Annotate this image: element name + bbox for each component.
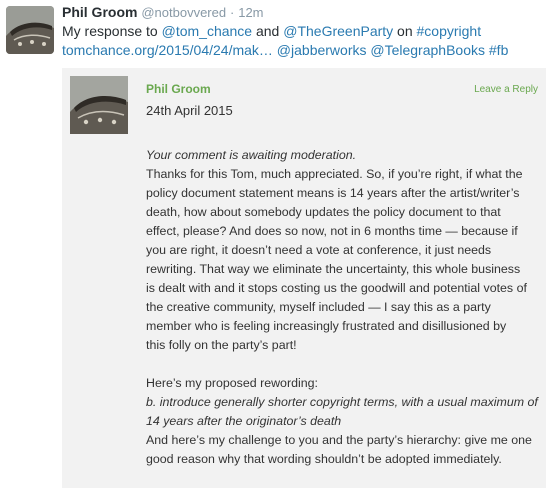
comment-paragraph-line: death, how about somebody updates the po… [146,205,501,219]
tweet-text-line-2: tomchance.org/2015/04/24/mak… @jabberwor… [62,41,546,60]
tweet-author-handle[interactable]: @notbovvered [141,5,226,20]
tweet-text-prefix: My response to [62,23,162,39]
saddle-photo-icon [70,76,128,134]
proposal-line: 14 years after the originator’s death [146,414,342,428]
comment-content: Your comment is awaiting moderation. Tha… [146,146,538,469]
comment-paragraph-line: you are right, it doesn’t need a vote at… [146,243,492,257]
challenge-line: good reason why that wording shouldn’t b… [146,452,502,466]
leave-reply-link[interactable]: Leave a Reply [474,84,538,95]
tweet-text-line-1: My response to @tom_chance and @TheGreen… [62,22,546,41]
tweet-avatar[interactable] [6,6,54,54]
comment-paragraph-line: the creative community, myself included … [146,300,491,314]
hashtag-copyright[interactable]: #copyright [417,23,482,39]
comment-paragraph-line: is dealt with and it stops costing us th… [146,281,527,295]
saddle-photo-icon [6,6,54,54]
tweet-link[interactable]: tomchance.org/2015/04/24/mak… [62,42,273,58]
comment-author-name[interactable]: Phil Groom [146,82,211,96]
tweet-body: Phil Groom @notbovvered · 12m My respons… [62,3,546,60]
comment-avatar [70,76,128,134]
tweet-text-on: on [393,23,417,39]
mention-tom-chance[interactable]: @tom_chance [162,23,252,39]
mention-green-party[interactable]: @TheGreenParty [283,23,393,39]
mention-telegraph-books[interactable]: @TelegraphBooks [370,42,485,58]
comment-date: 24th April 2015 [146,103,233,118]
moderation-notice: Your comment is awaiting moderation. [146,148,357,162]
tweet-text-and: and [252,23,284,39]
comment-paragraph-line: member who is feeling increasingly frust… [146,319,507,333]
comment-paragraph-line: policy document statement means is 14 ye… [146,186,520,200]
challenge-line: And here’s my challenge to you and the p… [146,433,532,447]
comment-screenshot-card: Phil Groom 24th April 2015 Leave a Reply… [62,68,546,488]
proposal-line: b. introduce generally shorter copyright… [146,395,538,409]
tweet-author-name[interactable]: Phil Groom [62,4,137,20]
comment-paragraph-line: rewriting. That way we eliminate the unc… [146,262,521,276]
tweet-separator: · [229,5,235,20]
comment-paragraph-line: this folly on the party’s part! [146,338,297,352]
hashtag-fb[interactable]: #fb [489,42,508,58]
tweet-header: Phil Groom @notbovvered · 12m [62,3,546,22]
comment-paragraph-line: Thanks for this Tom, much appreciated. S… [146,167,523,181]
tweet: Phil Groom @notbovvered · 12m My respons… [0,0,550,64]
mention-jabberworks[interactable]: @jabberworks [277,42,367,58]
comment-paragraph-line: effect, please? And does so now, not in … [146,224,518,238]
tweet-timestamp[interactable]: 12m [238,5,263,20]
rewording-intro: Here’s my proposed rewording: [146,376,318,390]
